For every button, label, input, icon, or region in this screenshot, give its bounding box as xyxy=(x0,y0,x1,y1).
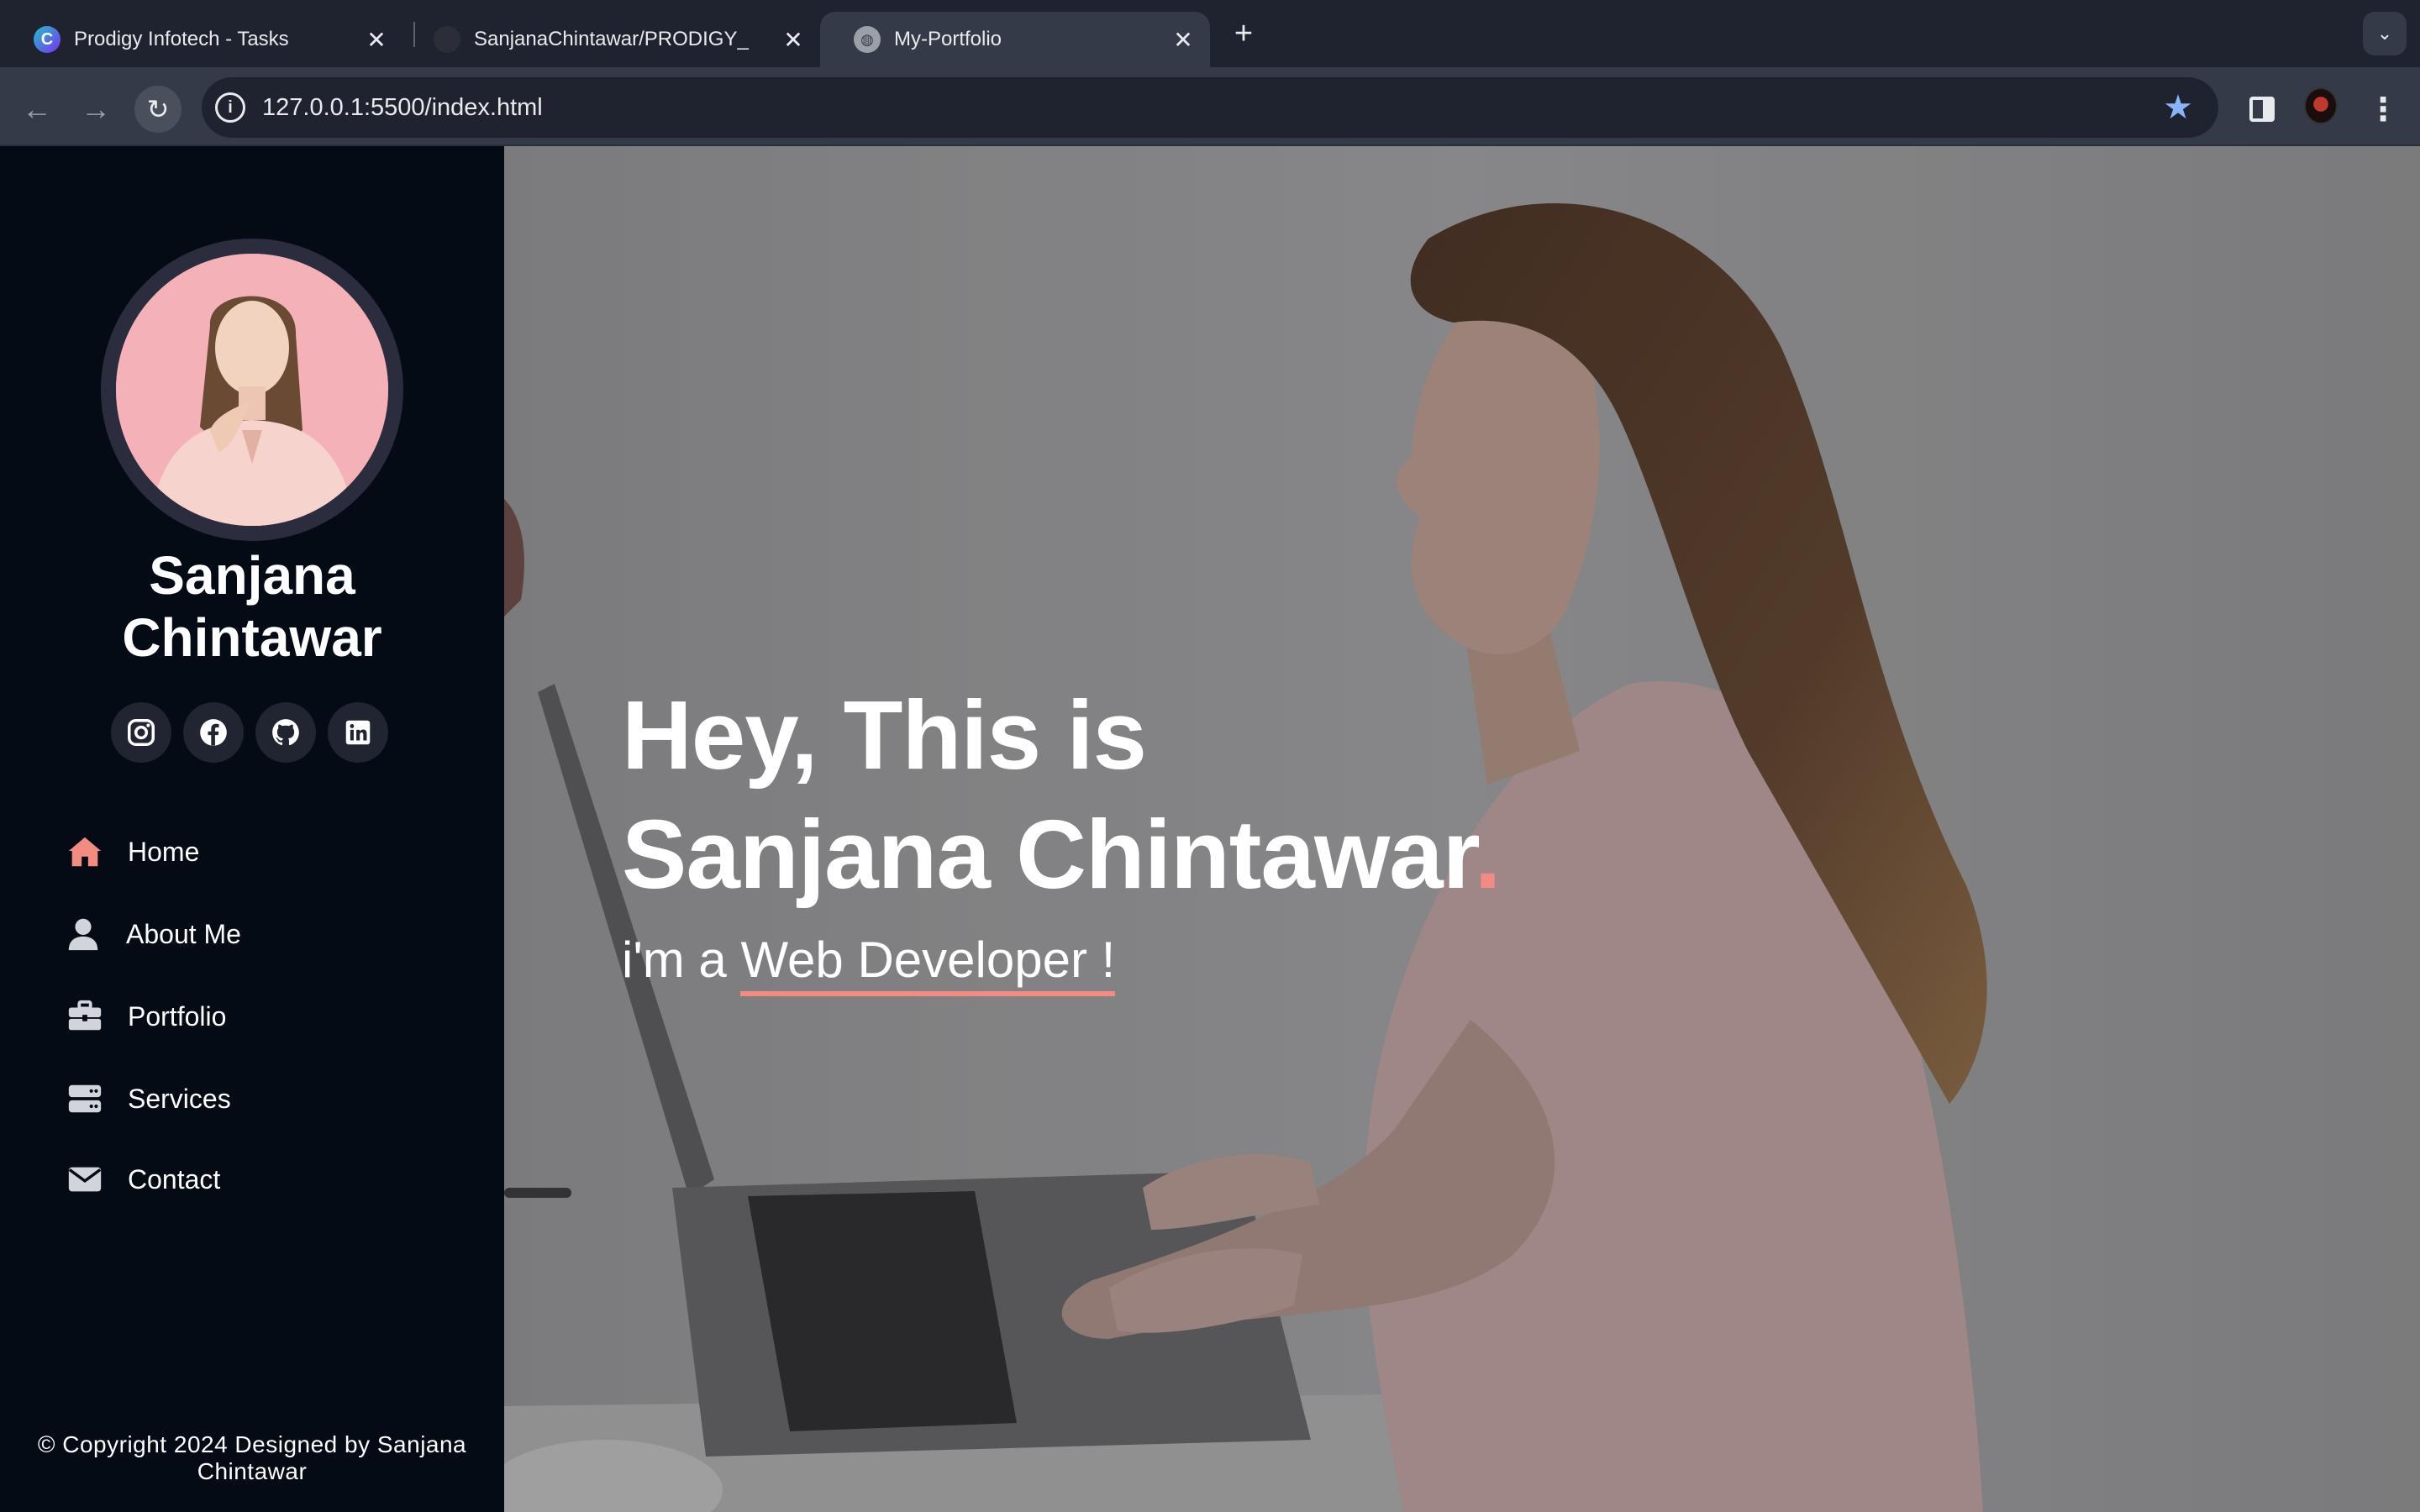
sidebar-item-about-me[interactable]: About Me xyxy=(64,909,241,959)
sidebar-item-services[interactable]: Services xyxy=(66,1074,231,1124)
more-vert-icon: ⋮ xyxy=(2367,92,2399,128)
home-icon xyxy=(68,837,102,867)
sidebar-item-home[interactable]: Home xyxy=(66,827,199,877)
page-viewport: Sanjana Chintawar Home About Me Portfoli… xyxy=(0,146,2420,1512)
tab-search-button[interactable]: ⌄ xyxy=(2363,12,2407,55)
close-icon[interactable]: ✕ xyxy=(776,23,810,56)
tab-prodigy-tasks[interactable]: C Prodigy Infotech - Tasks ✕ xyxy=(0,12,403,67)
browser-toolbar: ← → ↻ i 127.0.0.1:5500/index.html ★ ⋮ xyxy=(0,67,2420,146)
sidebar-item-contact[interactable]: Contact xyxy=(66,1154,220,1205)
profile-photo xyxy=(116,254,388,526)
sidebar: Sanjana Chintawar Home About Me Portfoli… xyxy=(0,146,504,1512)
server-icon xyxy=(68,1084,102,1113)
menu-button[interactable]: ⋮ xyxy=(2366,92,2400,128)
tab-title: SanjanaChintawar/PRODIGY_ xyxy=(474,28,749,50)
canva-icon: C xyxy=(34,26,60,53)
side-panel-icon xyxy=(2249,97,2275,122)
reload-icon: ↻ xyxy=(146,94,170,124)
reload-button[interactable]: ↻ xyxy=(134,86,182,133)
close-icon[interactable]: ✕ xyxy=(1166,23,1200,56)
site-info-icon[interactable]: i xyxy=(215,92,245,123)
linkedin-link[interactable] xyxy=(328,702,388,763)
hero-subtitle: i'm a Web Developer ! xyxy=(622,931,1501,996)
github-icon xyxy=(272,719,299,746)
facebook-icon xyxy=(200,719,227,746)
new-tab-button[interactable]: + xyxy=(1227,16,1260,51)
tab-my-portfolio[interactable]: ◍ My-Portfolio ✕ xyxy=(820,12,1210,67)
close-icon[interactable]: ✕ xyxy=(360,23,393,56)
instagram-icon xyxy=(128,719,155,746)
arrow-right-icon: → xyxy=(81,92,111,126)
sidebar-item-label: About Me xyxy=(126,918,241,949)
hero-heading-line1: Hey, This is xyxy=(622,680,1147,790)
sidebar-item-label: Home xyxy=(128,836,200,867)
chevron-down-icon: ⌄ xyxy=(2376,23,2393,44)
tab-title: Prodigy Infotech - Tasks xyxy=(74,28,289,50)
hero-name: Sanjana Chintawar xyxy=(622,800,1475,909)
address-bar[interactable]: i 127.0.0.1:5500/index.html ★ xyxy=(202,77,2218,138)
hero-text: Hey, This is Sanjana Chintawar. i'm a We… xyxy=(622,675,1502,996)
sidebar-item-label: Services xyxy=(128,1083,231,1114)
url-text: 127.0.0.1:5500/index.html xyxy=(262,93,543,121)
instagram-link[interactable] xyxy=(111,702,171,763)
forward-button[interactable]: → xyxy=(72,86,119,133)
globe-icon: ◍ xyxy=(854,26,881,53)
briefcase-icon xyxy=(68,1000,102,1031)
profile-button[interactable] xyxy=(2304,87,2338,124)
tab-strip: C Prodigy Infotech - Tasks ✕ SanjanaChin… xyxy=(0,0,2420,67)
hero-subtitle-prefix: i'm a xyxy=(622,932,741,988)
tab-title: My-Portfolio xyxy=(894,28,1002,50)
profile-name-line1: Sanjana xyxy=(149,545,355,606)
hero-role-typed: Web Developer ! xyxy=(740,931,1116,996)
hero-heading-line2: Sanjana Chintawar. xyxy=(622,795,1502,914)
sidebar-item-label: Contact xyxy=(128,1163,221,1194)
linkedin-icon xyxy=(345,720,371,745)
avatar xyxy=(2304,87,2338,124)
copyright-footer: © Copyright 2024 Designed by Sanjana Chi… xyxy=(0,1431,504,1485)
social-links xyxy=(111,702,388,763)
profile-avatar xyxy=(101,239,403,541)
facebook-link[interactable] xyxy=(183,702,244,763)
copyright-line1: © Copyright 2024 Designed by Sanjana xyxy=(37,1431,467,1457)
copyright-line2: Chintawar xyxy=(197,1458,308,1484)
bookmark-star-icon[interactable]: ★ xyxy=(2163,88,2193,127)
side-panel-button[interactable] xyxy=(2245,92,2279,126)
sidebar-item-portfolio[interactable]: Portfolio xyxy=(66,991,226,1042)
back-button[interactable]: ← xyxy=(13,86,60,133)
hero-section: Hey, This is Sanjana Chintawar. i'm a We… xyxy=(504,146,2420,1512)
arrow-left-icon: ← xyxy=(22,92,52,126)
tab-github-repo[interactable]: SanjanaChintawar/PRODIGY_ ✕ xyxy=(400,12,820,67)
accent-dot: . xyxy=(1474,800,1501,909)
sidebar-item-label: Portfolio xyxy=(128,1000,227,1032)
github-icon xyxy=(434,26,460,53)
user-icon xyxy=(68,918,98,951)
github-link[interactable] xyxy=(255,702,316,763)
profile-name: Sanjana Chintawar xyxy=(0,544,504,669)
profile-name-line2: Chintawar xyxy=(122,607,382,668)
envelope-icon xyxy=(68,1167,102,1192)
hero-heading: Hey, This is Sanjana Chintawar. xyxy=(622,675,1502,914)
